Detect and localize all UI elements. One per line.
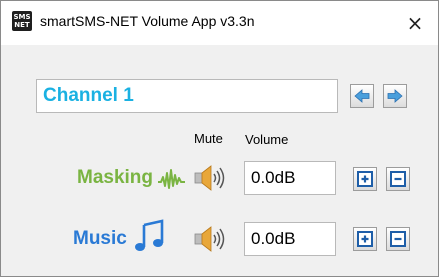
waveform-icon	[157, 164, 187, 197]
next-channel-button[interactable]	[383, 84, 407, 108]
masking-decrease-button[interactable]	[386, 167, 410, 191]
masking-label: Masking	[77, 167, 154, 188]
title-bar: SMS NET smartSMS-NET Volume App v3.3n ×	[1, 1, 438, 45]
minus-icon	[390, 171, 406, 187]
music-increase-button[interactable]	[353, 227, 377, 251]
previous-channel-button[interactable]	[350, 84, 374, 108]
music-label: Music	[73, 228, 127, 249]
minus-icon	[390, 231, 406, 247]
speaker-icon	[194, 226, 225, 252]
masking-mute-toggle[interactable]	[192, 162, 228, 199]
music-volume-field[interactable]: 0.0dB	[244, 222, 336, 256]
arrow-right-icon	[387, 89, 403, 103]
masking-volume-field[interactable]: 0.0dB	[244, 161, 336, 195]
app-icon: SMS NET	[12, 11, 32, 31]
window-title: smartSMS-NET Volume App v3.3n	[40, 13, 255, 29]
close-icon: ×	[406, 11, 424, 35]
close-button[interactable]: ×	[392, 1, 438, 45]
music-decrease-button[interactable]	[386, 227, 410, 251]
music-mute-toggle[interactable]	[192, 223, 228, 260]
app-window: SMS NET smartSMS-NET Volume App v3.3n × …	[0, 0, 439, 277]
volume-header: Volume	[245, 132, 289, 147]
masking-increase-button[interactable]	[353, 167, 377, 191]
app-icon-text-bottom: NET	[14, 21, 30, 29]
plus-icon	[357, 231, 373, 247]
speaker-icon	[194, 165, 225, 191]
music-note-icon	[134, 219, 166, 258]
mute-header: Mute	[194, 131, 223, 146]
plus-icon	[357, 171, 373, 187]
app-icon-text-top: SMS	[13, 13, 31, 21]
arrow-left-icon	[354, 89, 370, 103]
channel-field[interactable]: Channel 1	[36, 79, 338, 113]
